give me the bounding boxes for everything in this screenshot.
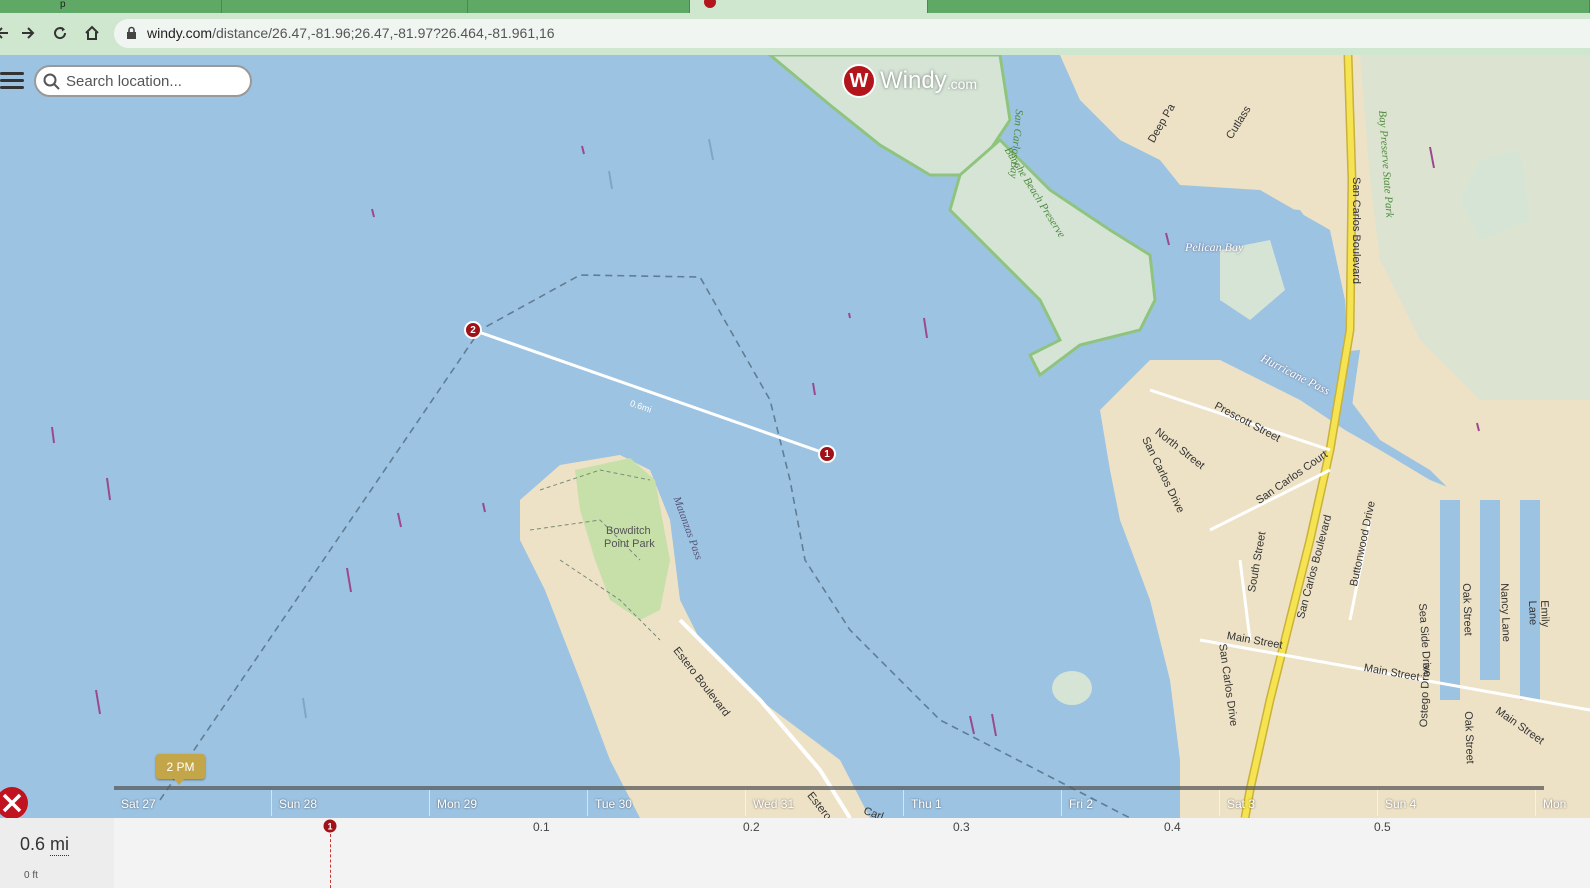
timeline-day-label[interactable]: Tue 30 (595, 797, 632, 811)
tab-title: p (60, 0, 66, 10)
elevation-profile-pane: 0.6 mi 0 ft 1 0.1 0.2 0.3 0.4 0.5 (0, 818, 1590, 888)
close-icon (0, 787, 28, 819)
menu-button[interactable] (0, 68, 26, 98)
home-icon (85, 25, 99, 40)
profile-marker-line (330, 834, 331, 888)
timeline-bar[interactable] (114, 786, 1544, 790)
profile-scale-label: 0.3 (953, 820, 970, 834)
timeline-day-label[interactable]: Sat 3 (1227, 797, 1255, 811)
map-canvas[interactable]: Bowditch Point Park Matanzas Pass Estero… (0, 55, 1590, 818)
browser-tab[interactable] (928, 0, 1590, 13)
map-label-point-park: Point Park (604, 538, 655, 550)
windy-logo[interactable]: W Windy .com (842, 64, 977, 98)
map-label-bowditch: Bowditch (606, 525, 651, 537)
map-base-layer (51, 55, 1590, 818)
browser-window: p windy.com/distance/26.47,-81.96;26.47,… (0, 0, 1590, 888)
timeline-day-label[interactable]: Sat 27 (121, 797, 156, 811)
tab-strip: p (0, 0, 1590, 13)
timeline-tick (903, 790, 904, 816)
browser-tab[interactable] (468, 0, 690, 13)
profile-marker-number: 1 (327, 822, 332, 832)
browser-toolbar: windy.com/distance/26.47,-81.96;26.47,-8… (0, 13, 1590, 55)
browser-tab-active[interactable] (690, 0, 928, 13)
profile-scale-label: 0.4 (1164, 820, 1181, 834)
timeline-tick (1377, 790, 1378, 816)
map-label-oak-street: Oak Street (1460, 583, 1474, 636)
back-button[interactable] (0, 21, 14, 45)
marker-number: 2 (470, 324, 476, 336)
windy-logo-icon: W (842, 64, 876, 98)
distance-line (472, 328, 828, 456)
profile-marker-1: 1 (323, 819, 337, 833)
timeline-day-label[interactable]: Fri 2 (1069, 797, 1093, 811)
timeline-day-label[interactable]: Sun 4 (1385, 797, 1416, 811)
timeline-tick (429, 790, 430, 816)
timeline-tick (1219, 790, 1220, 816)
timeline-tick (1535, 790, 1536, 816)
browser-tab[interactable] (222, 0, 468, 13)
map-label-oak-street-2: Oak Street (1462, 711, 1476, 764)
reload-icon (54, 27, 67, 40)
timeline-day-label[interactable]: Wed 31 (753, 797, 794, 811)
forward-button[interactable] (16, 21, 40, 45)
distance-unit-toggle[interactable]: mi (50, 834, 69, 856)
reload-button[interactable] (48, 21, 72, 45)
home-button[interactable] (80, 21, 104, 45)
address-bar[interactable]: windy.com/distance/26.47,-81.96;26.47,-8… (114, 19, 1590, 48)
map-label-ostego-drive: Ostego Drive (1418, 662, 1433, 728)
marker-number: 1 (824, 448, 830, 460)
url-path: /distance/26.47,-81.96;26.47,-81.97?26.4… (212, 25, 555, 41)
search-icon (43, 73, 60, 90)
map-label-san-carlos-blvd-north: San Carlos Boulevard (1350, 177, 1362, 285)
profile-scale-label: 0.2 (743, 820, 760, 834)
elevation-label: 0 ft (24, 870, 38, 881)
profile-scale-label: 0.5 (1374, 820, 1391, 834)
close-distance-button[interactable] (0, 783, 30, 823)
arrow-right-icon (22, 27, 35, 39)
map-label-nancy-lane: Nancy Lane (1498, 583, 1513, 643)
url-text: windy.com/distance/26.47,-81.96;26.47,-8… (147, 25, 555, 41)
windy-logo-suffix: .com (946, 76, 978, 92)
timeline-day-label[interactable]: Sun 28 (279, 797, 317, 811)
arrow-left-icon (0, 27, 8, 39)
timeline-day-label[interactable]: Mon 29 (437, 797, 477, 811)
distance-summary: 0.6 mi 0 ft (0, 818, 114, 888)
search-input[interactable] (66, 71, 246, 91)
time-indicator-badge[interactable]: 2 PM (156, 754, 205, 785)
menu-bar (0, 72, 24, 75)
search-box[interactable] (34, 65, 252, 97)
lock-icon (127, 26, 136, 39)
browser-tab[interactable]: p (0, 0, 222, 13)
timeline-day-label[interactable]: Thu 1 (911, 797, 942, 811)
distance-value: 0.6 (20, 834, 46, 854)
map-label-emily-lane: Emily Lane (1526, 600, 1551, 628)
timeline-tick (745, 790, 746, 816)
windy-logo-text: Windy (880, 67, 947, 94)
map-label-pelican-bay: Pelican Bay (1185, 240, 1244, 254)
windy-favicon-icon (704, 0, 716, 8)
distance-marker-2[interactable]: 2 (464, 321, 482, 339)
timeline-tick (1061, 790, 1062, 816)
timeline-tick (271, 790, 272, 816)
small-island (1052, 671, 1092, 705)
distance-marker-1[interactable]: 1 (818, 445, 836, 463)
bunche-preserve-land (948, 137, 1157, 378)
profile-scale-label: 0.1 (533, 820, 550, 834)
menu-bar (0, 86, 24, 89)
url-host: windy.com (147, 25, 213, 41)
menu-bar (0, 79, 24, 82)
timeline-day-label[interactable]: Mon (1543, 797, 1566, 811)
timeline-tick (587, 790, 588, 816)
